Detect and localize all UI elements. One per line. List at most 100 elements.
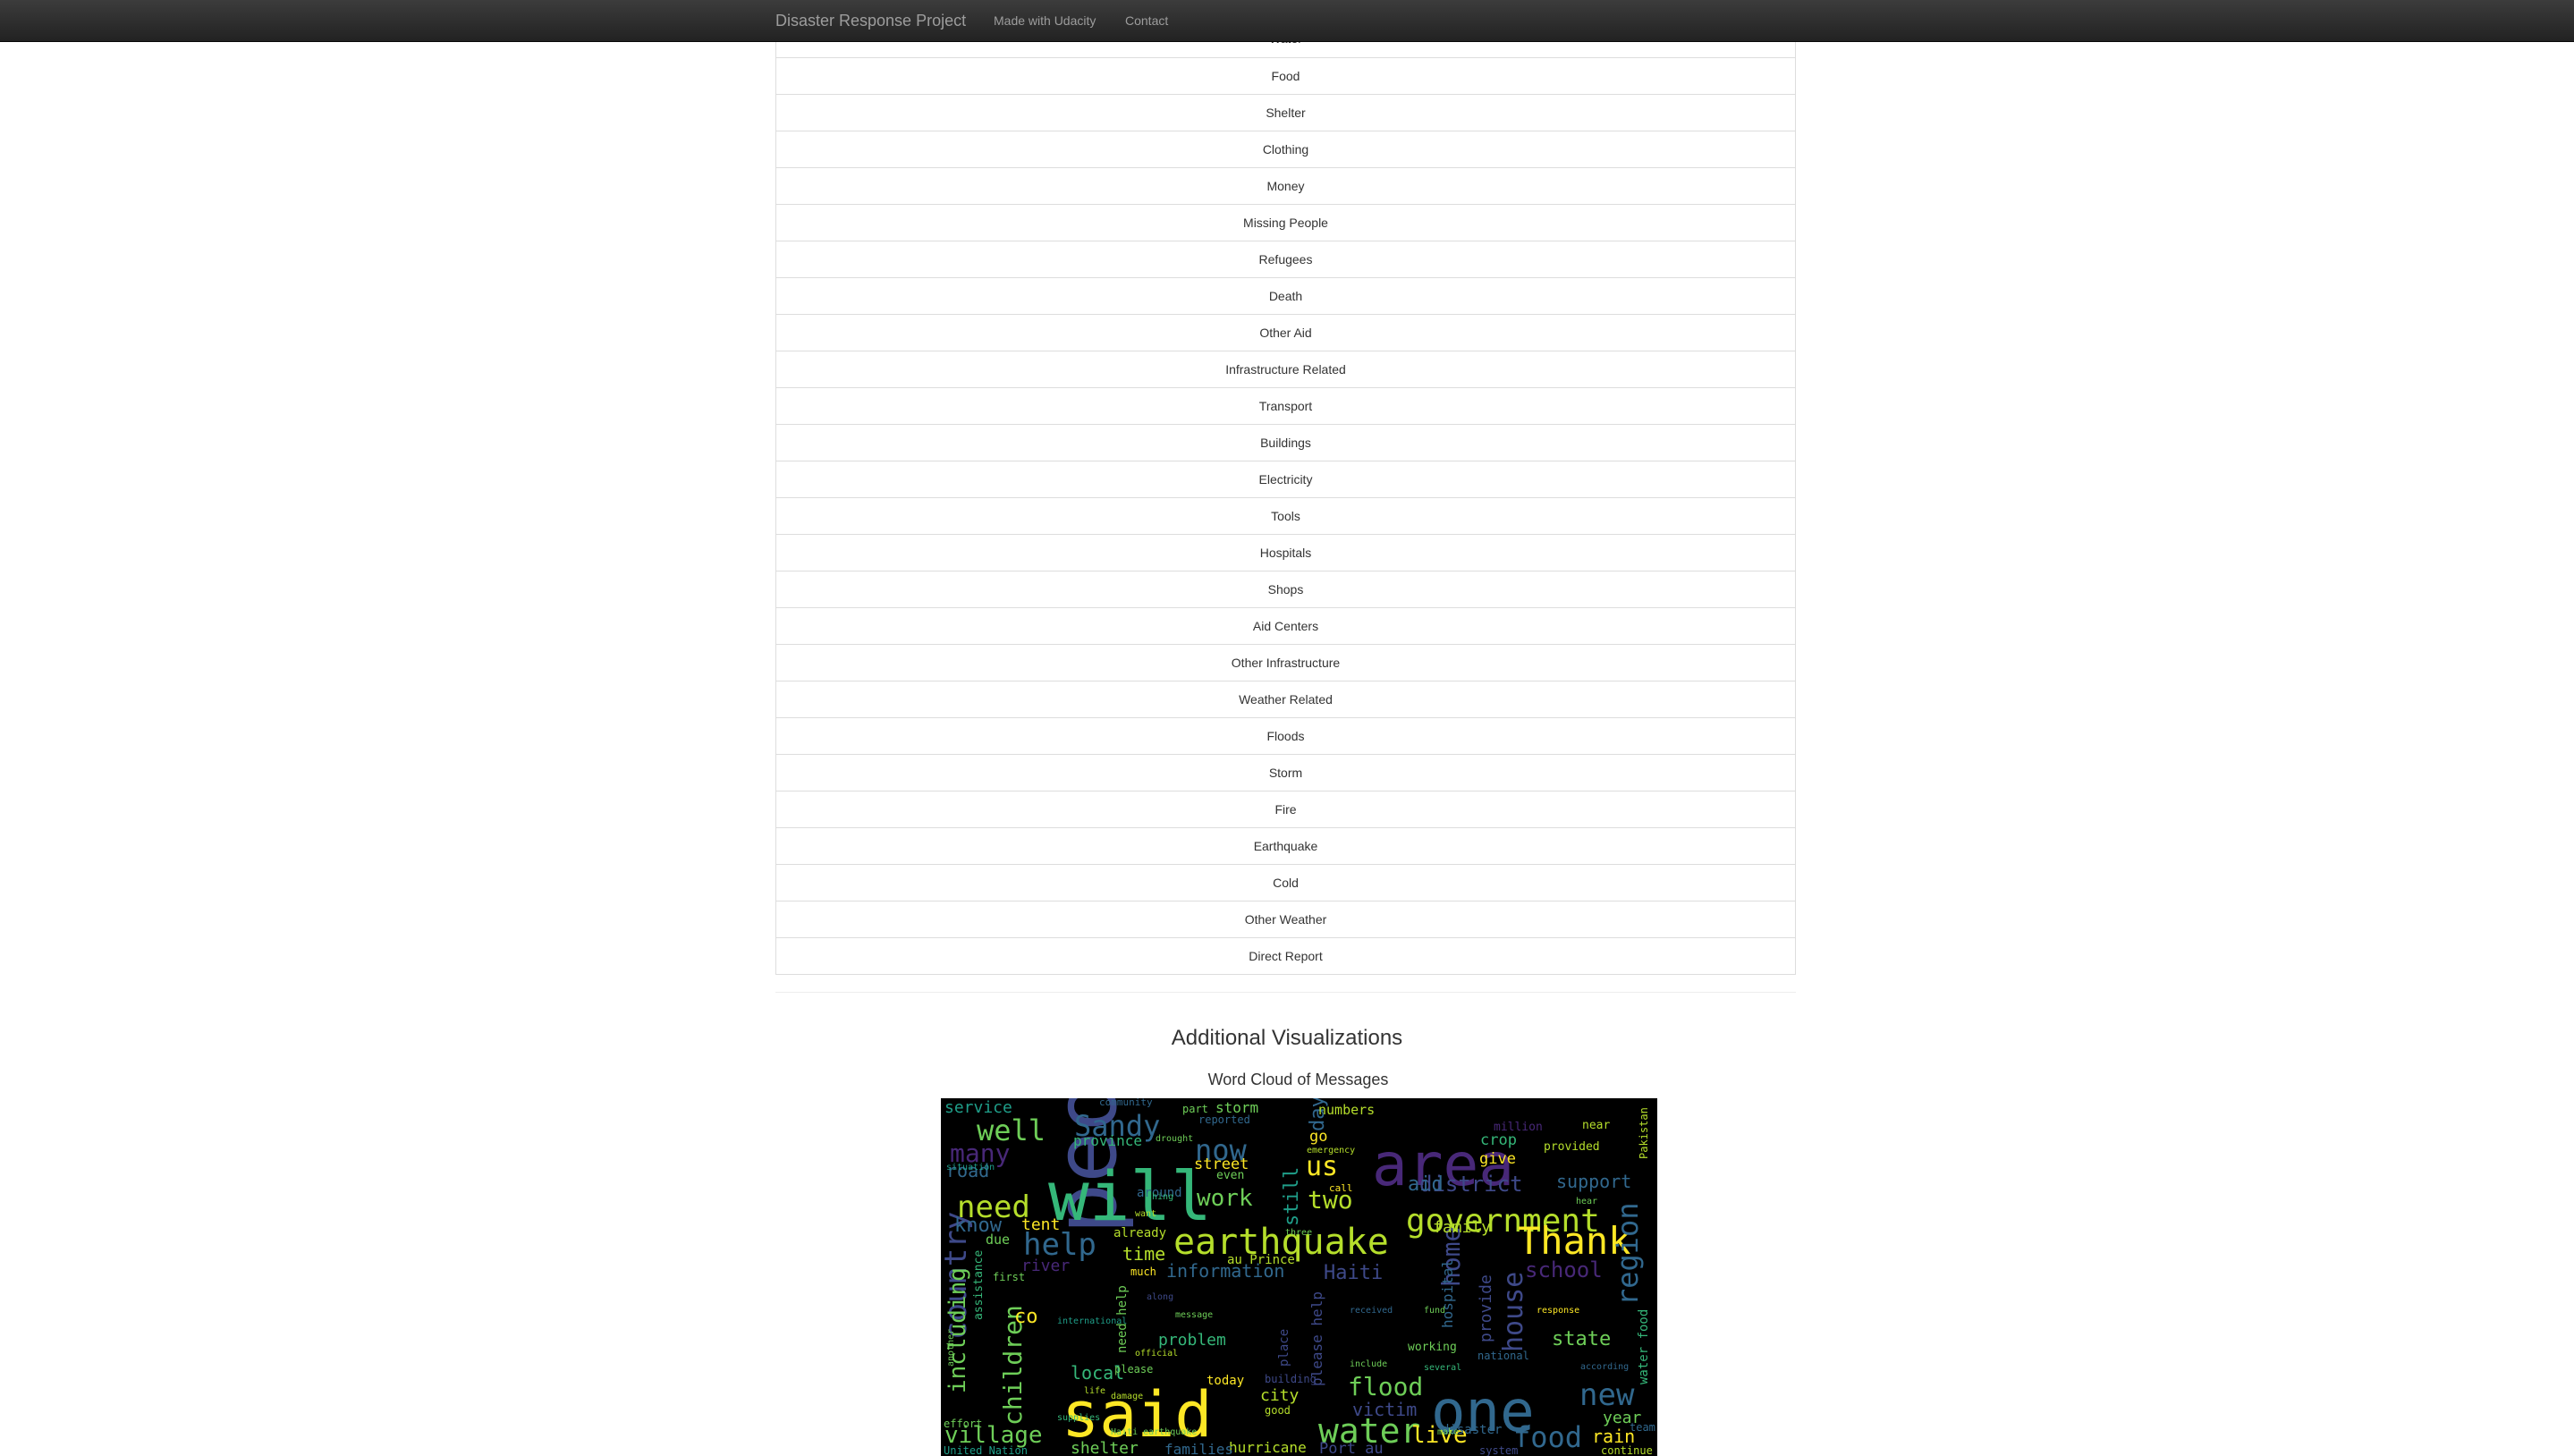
word-cloud-word: problem (1158, 1331, 1226, 1350)
word-cloud-word: community (1099, 1098, 1153, 1108)
word-cloud-word: million (1494, 1121, 1543, 1134)
word-cloud-word: provided (1544, 1140, 1600, 1154)
word-cloud-word: due (986, 1232, 1010, 1248)
word-cloud-word: food (1513, 1420, 1582, 1454)
word-cloud-word: international (1057, 1316, 1127, 1326)
word-cloud-word: thing (1147, 1192, 1173, 1202)
word-cloud-word: good (1265, 1404, 1291, 1417)
category-row: Fire (776, 791, 1795, 827)
word-cloud-word: effort (944, 1418, 982, 1430)
category-row: Refugees (776, 241, 1795, 277)
word-cloud-word: us (1306, 1151, 1338, 1182)
word-cloud-word: situation (946, 1163, 995, 1172)
word-cloud-word: system (1479, 1444, 1518, 1456)
category-row: Direct Report (776, 937, 1795, 974)
word-cloud-word: fund (1424, 1306, 1445, 1316)
word-cloud-word: life (1084, 1386, 1105, 1396)
word-cloud-svg: peoplewillareasaidoneearthquakegovernmen… (941, 1098, 1655, 1456)
word-cloud-word: drought (1156, 1134, 1193, 1144)
word-cloud-word: three (1285, 1228, 1312, 1238)
word-cloud-word: emergency (1307, 1146, 1355, 1155)
word-cloud-word: hospital (1439, 1259, 1456, 1328)
word-cloud-word: building (1265, 1373, 1317, 1385)
word-cloud-word: school (1525, 1257, 1603, 1282)
word-cloud-word: response (1537, 1306, 1579, 1316)
category-table: WaterFoodShelterClothingMoneyMissing Peo… (775, 42, 1796, 975)
category-row: Tools (776, 497, 1795, 534)
category-row: Clothing (776, 131, 1795, 167)
word-cloud-word: new (1579, 1377, 1635, 1413)
word-cloud-word: water food (1637, 1309, 1651, 1384)
word-cloud-word: team (1630, 1421, 1655, 1434)
word-cloud-word: hear (1576, 1197, 1597, 1206)
word-cloud-word: time (1122, 1243, 1165, 1265)
word-cloud-word: message (1175, 1310, 1213, 1320)
word-cloud-word: United Nation (944, 1444, 1028, 1456)
word-cloud-word: already (1113, 1226, 1166, 1240)
category-row: Buildings (776, 424, 1795, 461)
word-cloud-word: service (944, 1098, 1012, 1117)
word-cloud-word: received (1350, 1306, 1393, 1316)
category-row: Aid Centers (776, 607, 1795, 644)
word-cloud-word: aid (1408, 1173, 1444, 1196)
category-row: Missing People (776, 204, 1795, 241)
category-row: Hospitals (776, 534, 1795, 571)
word-cloud-word: want (1135, 1209, 1156, 1219)
word-cloud-word: even (1216, 1169, 1244, 1182)
word-cloud-image: peoplewillareasaidoneearthquakegovernmen… (941, 1098, 1657, 1456)
word-cloud-word: call (1329, 1182, 1353, 1194)
nav-link-made-with-udacity[interactable]: Made with Udacity (994, 0, 1096, 41)
word-cloud-word: support (1556, 1171, 1631, 1192)
word-cloud-word: much (1130, 1266, 1156, 1278)
word-cloud-word: family (1433, 1218, 1491, 1237)
word-cloud-word: supplies (1057, 1413, 1100, 1423)
word-cloud-word: first (993, 1271, 1025, 1283)
category-row: Cold (776, 864, 1795, 901)
word-cloud-word: damage (1111, 1392, 1143, 1401)
category-row: Food (776, 57, 1795, 94)
nav-link-contact[interactable]: Contact (1125, 0, 1168, 41)
category-row: Weather Related (776, 681, 1795, 717)
category-row: Death (776, 277, 1795, 314)
word-cloud-word: provide (1477, 1274, 1495, 1342)
word-cloud-word: co (1014, 1306, 1038, 1328)
word-cloud-word: city (1260, 1386, 1300, 1405)
word-cloud-word: today (1207, 1374, 1244, 1388)
section-divider (775, 992, 1796, 993)
word-cloud-word: work (1197, 1185, 1253, 1212)
word-cloud-word: families (1164, 1441, 1233, 1456)
word-cloud-word: working (1408, 1341, 1457, 1354)
word-cloud-word: Port au (1319, 1440, 1384, 1456)
navbar-brand[interactable]: Disaster Response Project (775, 0, 966, 41)
category-row: Money (776, 167, 1795, 204)
category-row: Transport (776, 387, 1795, 424)
word-cloud-word: numbers (1318, 1102, 1375, 1118)
navbar: Disaster Response Project Made with Udac… (0, 0, 2574, 42)
word-cloud-word: shelter (1071, 1439, 1139, 1456)
category-row: Shops (776, 571, 1795, 607)
word-cloud-word: state (1552, 1328, 1611, 1350)
category-row: Storm (776, 754, 1795, 791)
word-cloud-word: make (1437, 1427, 1459, 1437)
word-cloud-word: continue (1601, 1444, 1653, 1456)
word-cloud-word: region (1611, 1202, 1645, 1306)
category-row: Infrastructure Related (776, 351, 1795, 387)
page-content: WaterFoodShelterClothingMoneyMissing Peo… (0, 42, 2574, 1456)
category-row: Shelter (776, 94, 1795, 131)
word-cloud-word: several (1424, 1363, 1461, 1373)
word-cloud-word: still (1281, 1167, 1303, 1226)
word-cloud-word: Haiti earthquake (1111, 1427, 1197, 1437)
word-cloud-word: crop (1480, 1131, 1517, 1149)
word-cloud-word: near (1582, 1119, 1610, 1132)
category-row: Other Infrastructure (776, 644, 1795, 681)
word-cloud-word: au Prince (1227, 1253, 1295, 1267)
category-row: Other Weather (776, 901, 1795, 937)
category-row: Floods (776, 717, 1795, 754)
word-cloud-word: official (1135, 1349, 1178, 1359)
word-cloud-word: river (1021, 1257, 1070, 1275)
word-cloud-word: province (1073, 1132, 1142, 1149)
word-cloud-word: victim (1352, 1399, 1417, 1420)
word-cloud-word: flood (1348, 1372, 1423, 1401)
category-row: Earthquake (776, 827, 1795, 864)
word-cloud-word: Pakistan (1638, 1107, 1650, 1159)
